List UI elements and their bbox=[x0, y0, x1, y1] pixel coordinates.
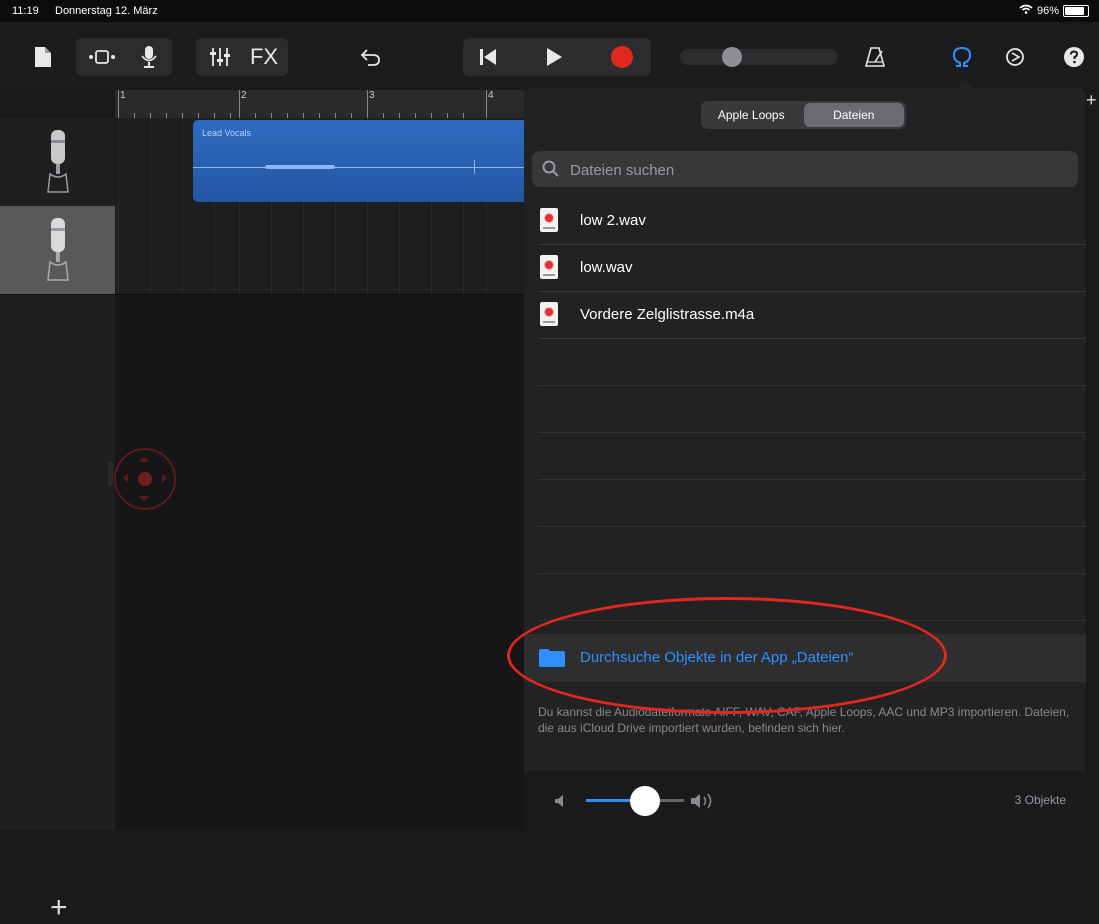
my-songs-button[interactable] bbox=[30, 38, 56, 76]
track-header-1[interactable] bbox=[0, 118, 115, 207]
empty-row bbox=[524, 433, 1086, 480]
status-time: 11:19 bbox=[12, 5, 39, 17]
toolbar: FX bbox=[0, 22, 1099, 90]
mixer-button[interactable] bbox=[200, 38, 240, 76]
bar-number: 2 bbox=[241, 90, 247, 101]
battery-icon bbox=[1063, 4, 1089, 17]
browser-view-button[interactable] bbox=[80, 38, 124, 76]
file-name: low 2.wav bbox=[580, 212, 646, 229]
audio-file-icon bbox=[540, 255, 558, 279]
microphone-icon bbox=[47, 218, 69, 281]
empty-row bbox=[524, 386, 1086, 433]
slider-knob[interactable] bbox=[629, 786, 660, 816]
go-to-beginning-button[interactable] bbox=[468, 38, 508, 76]
empty-row bbox=[524, 339, 1086, 386]
track-header-2[interactable] bbox=[0, 206, 115, 295]
file-row[interactable]: low.wav bbox=[524, 245, 1086, 292]
skip-back-icon bbox=[480, 49, 496, 65]
add-track-button[interactable]: + bbox=[50, 893, 68, 923]
file-row[interactable]: Vordere Zelglistrasse.m4a bbox=[524, 292, 1086, 339]
help-button[interactable] bbox=[1060, 38, 1088, 76]
browse-files-label: Durchsuche Objekte in der App „Dateien“ bbox=[580, 649, 854, 666]
region-name: Lead Vocals bbox=[202, 128, 252, 138]
loop-icon bbox=[952, 46, 972, 67]
song-settings-button[interactable] bbox=[1000, 38, 1030, 76]
search-icon bbox=[542, 160, 559, 177]
file-name: low.wav bbox=[580, 259, 633, 276]
metronome-button[interactable] bbox=[860, 38, 890, 76]
folder-icon bbox=[539, 649, 565, 667]
loop-browser-button[interactable] bbox=[946, 38, 978, 76]
waveform bbox=[193, 167, 525, 168]
microphone-icon bbox=[141, 46, 157, 68]
file-name: Vordere Zelglistrasse.m4a bbox=[580, 306, 755, 323]
bar-number: 4 bbox=[488, 90, 494, 101]
audio-file-icon bbox=[540, 208, 558, 232]
bar-number: 3 bbox=[369, 90, 375, 101]
wrench-gear-icon bbox=[1006, 48, 1024, 66]
empty-row bbox=[524, 574, 1086, 621]
drawer-handle[interactable] bbox=[108, 462, 113, 486]
play-icon bbox=[547, 48, 562, 66]
wifi-icon bbox=[1019, 4, 1033, 17]
add-section-button[interactable]: + bbox=[1086, 90, 1097, 111]
play-button[interactable] bbox=[534, 38, 574, 76]
undo-button[interactable] bbox=[356, 38, 386, 76]
input-settings-button[interactable] bbox=[130, 38, 168, 76]
volume-low-icon bbox=[555, 795, 563, 807]
amp-view-icon bbox=[89, 50, 115, 64]
battery-percent: 96% bbox=[1036, 4, 1059, 17]
search-field bbox=[532, 151, 1078, 189]
empty-row bbox=[524, 527, 1086, 574]
microphone-icon bbox=[47, 130, 69, 193]
tab-apple-loops[interactable]: Apple Loops bbox=[701, 101, 802, 129]
preview-bar: 3 Objekte bbox=[524, 771, 1086, 830]
search-input[interactable] bbox=[568, 151, 1072, 189]
file-row[interactable]: low 2.wav bbox=[524, 198, 1086, 245]
loop-browser-panel: Apple Loops Dateien low 2.wav low.wav Vo… bbox=[524, 80, 1086, 830]
help-icon bbox=[1064, 47, 1084, 67]
undo-icon bbox=[361, 49, 380, 66]
sliders-icon bbox=[210, 48, 230, 66]
status-bar: 11:19 Donnerstag 12. März 96% bbox=[0, 0, 1099, 22]
item-count: 3 Objekte bbox=[1014, 793, 1066, 807]
timeline-ruler[interactable]: 1 2 3 4 bbox=[115, 90, 525, 119]
fx-button[interactable]: FX bbox=[242, 38, 286, 76]
browse-files-app-button[interactable]: Durchsuche Objekte in der App „Dateien“ bbox=[524, 634, 1086, 682]
joystick-control[interactable] bbox=[114, 448, 176, 510]
bar-number: 1 bbox=[120, 90, 126, 101]
tracks-area[interactable]: Lead Vocals bbox=[115, 118, 525, 830]
volume-high-icon bbox=[691, 793, 712, 809]
audio-region[interactable]: Lead Vocals bbox=[193, 120, 525, 202]
metronome-icon bbox=[865, 47, 885, 67]
tab-dateien[interactable]: Dateien bbox=[803, 103, 904, 127]
empty-row bbox=[524, 480, 1086, 527]
playhead-slider[interactable] bbox=[680, 44, 838, 70]
audio-file-icon bbox=[540, 302, 558, 326]
browser-segmented-control: Apple Loops Dateien bbox=[701, 101, 906, 129]
import-hint: Du kannst die Audiodateiformate AIFF, WA… bbox=[538, 705, 1070, 735]
track-headers: + bbox=[0, 118, 115, 923]
record-icon bbox=[611, 46, 633, 68]
record-button[interactable] bbox=[602, 38, 642, 76]
document-icon bbox=[35, 47, 51, 67]
status-date: Donnerstag 12. März bbox=[55, 5, 158, 17]
